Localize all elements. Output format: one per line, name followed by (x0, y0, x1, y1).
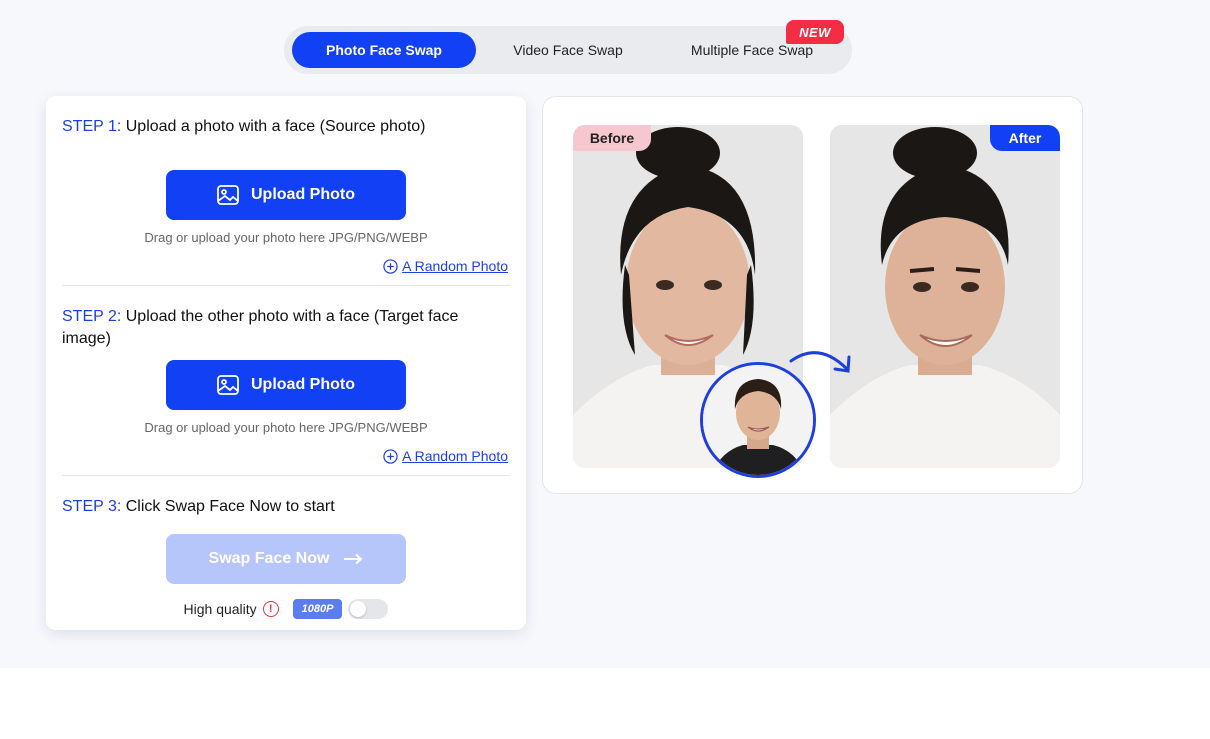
plus-circle-icon (383, 258, 398, 274)
upload-target-photo-button[interactable]: Upload Photo (166, 360, 406, 410)
image-icon (217, 375, 239, 395)
quality-row: High quality ! 1080P (46, 598, 526, 620)
warning-icon[interactable]: ! (262, 601, 279, 617)
step3-text: Click Swap Face Now to start (121, 498, 335, 515)
random-photo-label: A Random Photo (402, 258, 508, 274)
new-badge: NEW (786, 20, 844, 44)
divider (62, 475, 510, 476)
curved-arrow-icon (789, 351, 851, 373)
after-face-illustration (830, 125, 1060, 468)
random-photo-link-1[interactable]: A Random Photo (383, 258, 508, 274)
resolution-badge: 1080P (292, 599, 343, 619)
step1-label: STEP 1: (62, 118, 122, 135)
tab-video-face-swap[interactable]: Video Face Swap (476, 32, 660, 68)
step1-text: Upload a photo with a face (Source photo… (121, 118, 426, 135)
source-face-avatar (700, 362, 816, 478)
mode-tabs: Photo Face Swap Video Face Swap Multiple… (284, 20, 852, 74)
upload-button-label: Upload Photo (251, 376, 355, 393)
before-after-preview: Before After (542, 96, 1083, 494)
random-photo-link-2[interactable]: A Random Photo (383, 448, 508, 464)
high-quality-label: High quality (183, 601, 257, 617)
image-icon (217, 185, 239, 205)
after-photo: After (830, 125, 1060, 468)
swap-face-now-button[interactable]: Swap Face Now (166, 534, 406, 584)
swap-button-label: Swap Face Now (208, 550, 330, 567)
man-face-illustration (703, 365, 813, 475)
before-tag: Before (573, 125, 651, 151)
toggle-knob (350, 601, 367, 617)
step1-title: STEP 1: Upload a photo with a face (Sour… (62, 116, 502, 138)
upload-button-label: Upload Photo (251, 186, 355, 203)
upload-source-photo-button[interactable]: Upload Photo (166, 170, 406, 220)
high-quality-toggle[interactable] (348, 599, 389, 619)
step2-text: Upload the other photo with a face (Targ… (62, 308, 459, 347)
step3-title: STEP 3: Click Swap Face Now to start (62, 496, 502, 518)
divider (62, 285, 510, 286)
upload-hint: Drag or upload your photo here JPG/PNG/W… (144, 420, 428, 435)
arrow-right-icon (344, 553, 363, 565)
tab-photo-face-swap[interactable]: Photo Face Swap (292, 32, 476, 68)
upload-card: STEP 1: Upload a photo with a face (Sour… (46, 96, 526, 630)
plus-circle-icon (383, 448, 398, 464)
random-photo-label: A Random Photo (402, 448, 508, 464)
step2-title: STEP 2: Upload the other photo with a fa… (62, 306, 502, 350)
step2-label: STEP 2: (62, 308, 122, 325)
step3-label: STEP 3: (62, 498, 122, 515)
after-tag: After (990, 125, 1060, 151)
upload-hint: Drag or upload your photo here JPG/PNG/W… (144, 230, 428, 245)
